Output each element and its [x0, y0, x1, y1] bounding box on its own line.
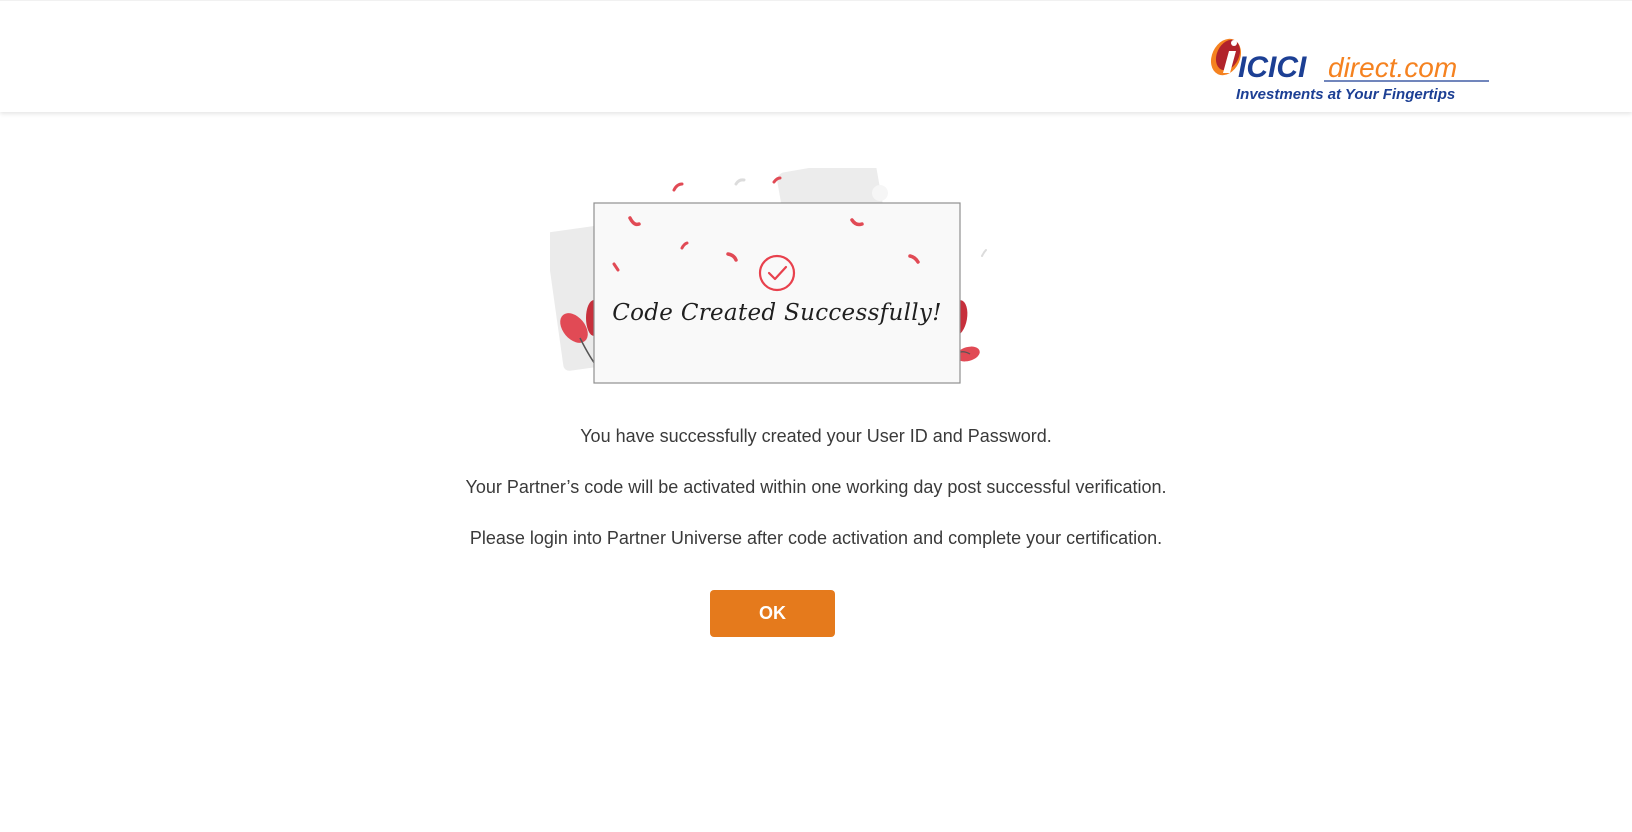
success-message-line-3: Please login into Partner Universe after…	[469, 528, 1163, 548]
confetti-piece	[981, 249, 987, 257]
logo-brand-text: ICICI	[1238, 51, 1307, 84]
logo-domain-text: direct.com	[1328, 52, 1457, 83]
success-title: Code Created Successfully!	[612, 300, 942, 326]
success-card	[593, 202, 961, 384]
confetti-piece	[672, 182, 684, 192]
success-illustration	[550, 168, 987, 384]
ok-button[interactable]: OK	[710, 590, 835, 637]
icici-direct-logo[interactable]: ICICI direct.com Investments at Your Fin…	[1204, 37, 1494, 103]
success-message-line-2: Your Partner’s code will be activated wi…	[465, 477, 1167, 497]
success-message-line-1: You have successfully created your User …	[580, 426, 1052, 446]
confetti-piece	[734, 178, 746, 186]
background-card-dot	[872, 185, 888, 201]
logo-tagline: Investments at Your Fingertips	[1236, 86, 1455, 103]
top-header: ICICI direct.com Investments at Your Fin…	[0, 0, 1632, 112]
